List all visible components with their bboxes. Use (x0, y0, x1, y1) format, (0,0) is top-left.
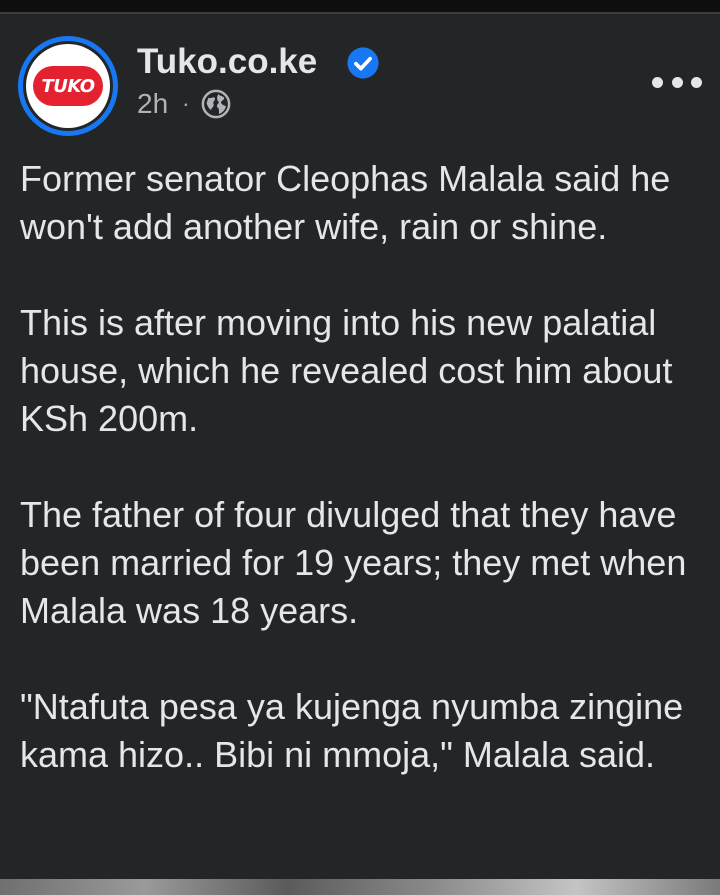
more-dot-icon (671, 76, 683, 88)
meta-separator: · (182, 91, 190, 116)
post-timestamp[interactable]: 2h (137, 88, 168, 120)
status-bar-strip (0, 0, 720, 12)
page-name-link[interactable]: Tuko.co.ke (137, 40, 317, 84)
post-paragraph: Former senator Cleophas Malala said he w… (20, 158, 671, 247)
tuko-logo: TUKO (26, 44, 110, 128)
post-body: Former senator Cleophas Malala said he w… (20, 155, 710, 779)
tuko-logo-badge: TUKO (33, 66, 103, 106)
more-dot-icon (652, 76, 663, 88)
facebook-post: TUKO Tuko.co.ke 2h · Former senator Cleo… (0, 14, 720, 879)
post-paragraph: "Ntafuta pesa ya kujenga nyumba zingine … (20, 686, 684, 775)
more-dot-icon (691, 76, 702, 88)
post-paragraph: The father of four divulged that they ha… (20, 494, 687, 631)
post-paragraph: This is after moving into his new palati… (20, 302, 673, 439)
post-meta: 2h · (137, 86, 231, 122)
more-options-button[interactable] (652, 70, 702, 94)
post-image-preview[interactable] (0, 879, 720, 895)
verified-badge-icon (347, 47, 379, 79)
avatar-inner-ring: TUKO (23, 41, 113, 131)
page-avatar[interactable]: TUKO (18, 36, 118, 136)
globe-icon[interactable] (201, 89, 231, 119)
